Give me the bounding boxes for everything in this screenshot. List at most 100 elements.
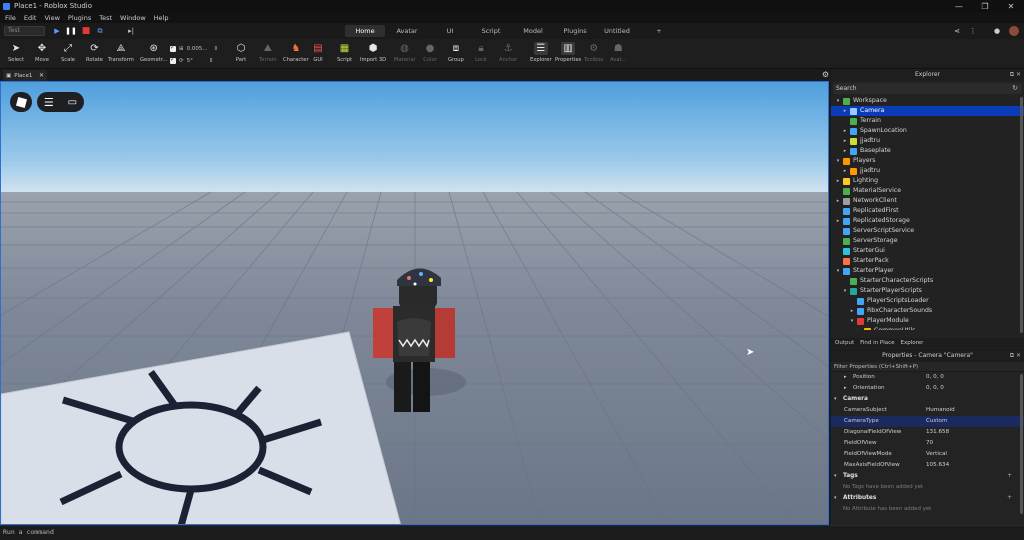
expand-arrow-icon[interactable]: ▸ bbox=[849, 306, 855, 316]
property-row[interactable]: DiagonalFieldOfView 131.658 bbox=[831, 427, 1024, 438]
expand-arrow-icon[interactable]: ▸ bbox=[835, 196, 841, 206]
expand-arrow-icon[interactable]: ▾ bbox=[835, 96, 841, 106]
tab-avatar[interactable]: Avatar bbox=[390, 25, 424, 37]
character-tool[interactable]: ♞ Character bbox=[283, 42, 309, 68]
explorer-item[interactable]: ReplicatedFirst bbox=[831, 206, 1024, 216]
expand-arrow-icon[interactable]: ▸ bbox=[842, 146, 848, 156]
explorer-item[interactable]: ▸ jjadtru bbox=[831, 136, 1024, 146]
expand-arrow-icon[interactable]: ▸ bbox=[835, 216, 841, 226]
geometry-tool[interactable]: ⊛ Geometr... bbox=[140, 42, 167, 68]
tab-plugins[interactable]: Plugins bbox=[560, 25, 590, 37]
viewport-settings-icon[interactable]: ⚙ bbox=[822, 70, 829, 79]
avatar-setup-tool[interactable]: ☗ Avat... bbox=[610, 42, 626, 68]
transform-tool[interactable]: ⟁ Transform bbox=[108, 42, 134, 68]
script-tool[interactable]: ▦ Script bbox=[337, 42, 352, 68]
tab-ui[interactable]: UI bbox=[440, 25, 460, 37]
explorer-item[interactable]: ▾ StarterPlayer bbox=[831, 266, 1024, 276]
property-row[interactable]: CameraSubject Humanoid bbox=[831, 405, 1024, 416]
hamburger-menu-icon[interactable]: ☰ bbox=[44, 96, 54, 109]
history-icon[interactable]: ↻ bbox=[1012, 84, 1018, 92]
step-icon[interactable]: ▸| bbox=[126, 26, 136, 36]
test-mode-dropdown[interactable]: Test bbox=[4, 26, 45, 36]
tab-script[interactable]: Script bbox=[476, 25, 506, 37]
explorer-item[interactable]: ▸ CommonUtils bbox=[831, 326, 1024, 330]
explorer-scrollbar[interactable] bbox=[1020, 97, 1023, 333]
group-tool[interactable]: ⧈ Group bbox=[448, 42, 464, 68]
explorer-item[interactable]: ▾ PlayerModule bbox=[831, 316, 1024, 326]
rotate-tool[interactable]: ⟳ Rotate bbox=[86, 42, 103, 68]
command-bar[interactable]: Run a command bbox=[0, 525, 1024, 540]
move-snap-checkbox[interactable] bbox=[170, 44, 176, 52]
property-value[interactable]: Humanoid bbox=[926, 405, 955, 416]
explorer-item[interactable]: ▸ ReplicatedStorage bbox=[831, 216, 1024, 226]
scale-tool[interactable]: ⤢ Scale bbox=[61, 42, 75, 68]
explorer-item[interactable]: ▸ Camera bbox=[831, 106, 1024, 116]
doc-tab-place1[interactable]: ▣ Place1 ✕ bbox=[3, 70, 47, 81]
explorer-item[interactable]: StarterGui bbox=[831, 246, 1024, 256]
tab-home[interactable]: Home bbox=[345, 25, 385, 37]
explorer-item[interactable]: Terrain bbox=[831, 116, 1024, 126]
stop-icon[interactable]: ■ bbox=[81, 26, 91, 36]
explorer-tool[interactable]: ☰ Explorer bbox=[530, 42, 552, 68]
tab-explorer[interactable]: Explorer bbox=[901, 340, 924, 346]
tab-output[interactable]: Output bbox=[835, 340, 854, 346]
gui-tool[interactable]: ▤ GUI bbox=[311, 42, 325, 68]
explorer-item[interactable]: ▸ RbxCharacterSounds bbox=[831, 306, 1024, 316]
expand-arrow-icon[interactable]: ▸ bbox=[842, 106, 848, 116]
explorer-item[interactable]: ▸ jjadtru bbox=[831, 166, 1024, 176]
terrain-tool[interactable]: ⛰ Terrain bbox=[259, 42, 277, 68]
share-icon[interactable]: ⋖ bbox=[952, 26, 962, 36]
explorer-item[interactable]: StarterCharacterScripts bbox=[831, 276, 1024, 286]
property-row[interactable]: CameraType Custom bbox=[831, 416, 1024, 427]
move-tool[interactable]: ✥ Move bbox=[35, 42, 49, 68]
stepper-icon[interactable]: ⇕ bbox=[209, 58, 214, 64]
explorer-search-input[interactable]: Search ↻ bbox=[833, 83, 1022, 94]
expand-arrow-icon[interactable]: ▸ bbox=[842, 136, 848, 146]
rotate-snap-checkbox[interactable] bbox=[170, 56, 176, 64]
3d-viewport[interactable]: ☰ ▭ ➤ bbox=[0, 81, 829, 525]
properties-tool[interactable]: ▥ Properties bbox=[555, 42, 581, 68]
explorer-item[interactable]: StarterPack bbox=[831, 256, 1024, 266]
property-row[interactable]: FieldOfViewMode Vertical bbox=[831, 449, 1024, 460]
tab-model[interactable]: Model bbox=[518, 25, 548, 37]
expand-arrow-icon[interactable]: ▾ bbox=[842, 286, 848, 296]
section-tags[interactable]: ▾ Tags + bbox=[831, 471, 1024, 482]
toolbox-tool[interactable]: ⚙ Toolbox bbox=[584, 42, 603, 68]
expand-arrow-icon[interactable]: ▸ bbox=[842, 166, 848, 176]
expand-arrow-icon[interactable]: ▾ bbox=[835, 156, 841, 166]
section-attributes[interactable]: ▾ Attributes + bbox=[831, 493, 1024, 504]
menu-help[interactable]: Help bbox=[154, 14, 169, 22]
menu-plugins[interactable]: Plugins bbox=[68, 14, 91, 22]
expand-arrow-icon[interactable]: ▸ bbox=[835, 176, 841, 186]
property-value[interactable]: Custom bbox=[926, 416, 947, 427]
explorer-item[interactable]: PlayerScriptsLoader bbox=[831, 296, 1024, 306]
menu-file[interactable]: File bbox=[5, 14, 16, 22]
section-camera[interactable]: ▾ Camera bbox=[831, 394, 1024, 405]
tab-find-in-place[interactable]: Find in Place bbox=[860, 340, 894, 346]
add-attribute-icon[interactable]: + bbox=[1007, 493, 1012, 504]
expand-arrow-icon[interactable]: ▸ bbox=[844, 383, 847, 394]
property-row[interactable]: MaxAxisFieldOfView 105.634 bbox=[831, 460, 1024, 471]
close-button[interactable]: ✕ bbox=[998, 0, 1024, 12]
material-tool[interactable]: ◍ Material bbox=[394, 42, 415, 68]
add-tag-icon[interactable]: + bbox=[1007, 471, 1012, 482]
pause-icon[interactable]: ❚❚ bbox=[65, 26, 77, 36]
play-here-icon[interactable]: ⧉ bbox=[95, 26, 105, 36]
chat-icon[interactable]: ▭ bbox=[68, 97, 77, 108]
property-row[interactable]: FieldOfView 70 bbox=[831, 438, 1024, 449]
anchor-tool[interactable]: ⚓︎ Anchor bbox=[499, 42, 517, 68]
properties-scrollbar[interactable] bbox=[1020, 374, 1023, 514]
rotate-snap-setting[interactable]: ⟳ 5° ⇕ bbox=[170, 56, 213, 65]
property-value[interactable]: 105.634 bbox=[926, 460, 949, 471]
explorer-item[interactable]: ▸ Baseplate bbox=[831, 146, 1024, 156]
panel-controls-icon[interactable]: ⧉ ✕ bbox=[1010, 69, 1021, 81]
property-value[interactable]: Vertical bbox=[926, 449, 947, 460]
tab-untitled[interactable]: Untitled bbox=[602, 25, 632, 37]
user-avatar[interactable] bbox=[1009, 26, 1019, 36]
roblox-menu-button[interactable] bbox=[10, 92, 32, 112]
explorer-item[interactable]: ▸ NetworkClient bbox=[831, 196, 1024, 206]
explorer-item[interactable]: ServerStorage bbox=[831, 236, 1024, 246]
expand-arrow-icon[interactable]: ▾ bbox=[835, 266, 841, 276]
stepper-icon[interactable]: ⇕ bbox=[214, 46, 219, 52]
part-tool[interactable]: ⬡ Part bbox=[234, 42, 248, 68]
